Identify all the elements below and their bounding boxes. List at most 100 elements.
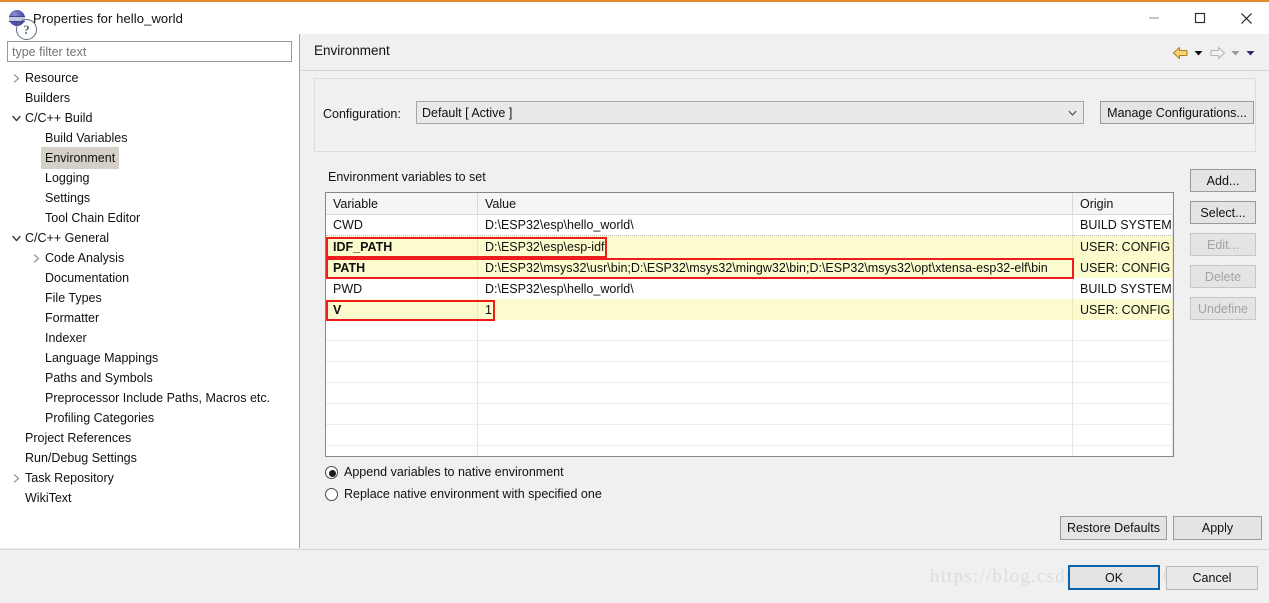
cell-empty: [326, 362, 478, 383]
sidebar-item-paths-and-symbols[interactable]: Paths and Symbols: [0, 368, 299, 388]
column-header-variable[interactable]: Variable: [326, 193, 478, 215]
table-row-empty[interactable]: [326, 383, 1173, 404]
title-divider: [301, 70, 1269, 71]
table-row[interactable]: V 1 USER: CONFIG: [326, 299, 1173, 320]
sidebar-item-label: Indexer: [45, 331, 87, 345]
cell-variable: V: [326, 299, 478, 320]
sidebar-item-label: Preprocessor Include Paths, Macros etc.: [45, 391, 271, 405]
sidebar-item-label: Settings: [45, 191, 91, 205]
cell-empty: [326, 383, 478, 404]
table-row-empty[interactable]: [326, 320, 1173, 341]
close-button[interactable]: [1223, 2, 1269, 34]
sidebar-item-tool-chain-editor[interactable]: Tool Chain Editor: [0, 208, 299, 228]
maximize-button[interactable]: [1177, 2, 1223, 34]
settings-tree[interactable]: Resource Builders C/C++ Build Build Variabl…: [0, 68, 299, 508]
sidebar-item-language-mappings[interactable]: Language Mappings: [0, 348, 299, 368]
cell-origin: USER: CONFIG: [1073, 236, 1173, 257]
filter-input[interactable]: [7, 41, 292, 62]
sidebar-item-settings[interactable]: Settings: [0, 188, 299, 208]
radio-option-append[interactable]: Append variables to native environment: [325, 461, 602, 483]
sidebar-item-wikitext[interactable]: WikiText: [0, 488, 299, 508]
sidebar-item-resource[interactable]: Resource: [0, 68, 299, 88]
sidebar-item-c-c-general[interactable]: C/C++ General: [0, 228, 299, 248]
column-header-value[interactable]: Value: [478, 193, 1073, 215]
sidebar-item-logging[interactable]: Logging: [0, 168, 299, 188]
select-button[interactable]: Select...: [1190, 201, 1256, 224]
cell-variable: PATH: [326, 257, 478, 278]
table-row-empty[interactable]: [326, 446, 1173, 456]
sidebar-item-formatter[interactable]: Formatter: [0, 308, 299, 328]
page-title: Environment: [314, 43, 390, 58]
help-question-mark-icon[interactable]: ?: [16, 19, 37, 40]
table-row[interactable]: IDF_PATH D:\ESP32\esp\esp-idf USER: CONFIG: [326, 236, 1173, 257]
table-body: CWD D:\ESP32\esp\hello_world\ BUILD SYSTEM…: [326, 215, 1173, 456]
sidebar-item-label: File Types: [45, 291, 102, 305]
minimize-button[interactable]: [1131, 2, 1177, 34]
sidebar-item-project-references[interactable]: Project References: [0, 428, 299, 448]
twisty-collapsed-icon[interactable]: [30, 252, 42, 264]
configuration-combobox[interactable]: Default [ Active ]: [416, 101, 1084, 124]
add-button[interactable]: Add...: [1190, 169, 1256, 192]
sidebar-item-builders[interactable]: Builders: [0, 88, 299, 108]
ok-button[interactable]: OK: [1068, 565, 1160, 590]
configuration-label: Configuration:: [323, 107, 401, 121]
restore-defaults-button[interactable]: Restore Defaults: [1060, 516, 1167, 540]
table-row-empty[interactable]: [326, 362, 1173, 383]
forward-arrow-icon: [1207, 44, 1227, 62]
overflow-menu-caret-down-icon[interactable]: [1244, 44, 1257, 62]
twisty-collapsed-icon[interactable]: [10, 72, 22, 84]
environment-variables-table[interactable]: Variable Value Origin CWD D:\ESP32\esp\he…: [325, 192, 1174, 457]
manage-configurations-button[interactable]: Manage Configurations...: [1100, 101, 1254, 124]
cell-value: D:\ESP32\esp\esp-idf: [478, 236, 1073, 257]
sidebar-item-profiling-categories[interactable]: Profiling Categories: [0, 408, 299, 428]
table-row[interactable]: PWD D:\ESP32\esp\hello_world\ BUILD SYSTEM: [326, 278, 1173, 299]
back-arrow-icon[interactable]: [1170, 44, 1190, 62]
sidebar-item-c-c-build[interactable]: C/C++ Build: [0, 108, 299, 128]
radio-option-replace[interactable]: Replace native environment with specifie…: [325, 483, 602, 505]
sidebar-item-environment[interactable]: Environment: [0, 147, 299, 169]
sidebar-item-label: Builders: [25, 91, 71, 105]
table-row-empty[interactable]: [326, 341, 1173, 362]
table-row-empty[interactable]: [326, 425, 1173, 446]
cell-empty: [326, 425, 478, 446]
sidebar-item-preprocessor-include-paths-macros-etc[interactable]: Preprocessor Include Paths, Macros etc.: [0, 388, 299, 408]
configuration-group: Configuration: Default [ Active ] Manage…: [314, 78, 1256, 152]
cell-empty: [478, 362, 1073, 383]
sidebar-item-file-types[interactable]: File Types: [0, 288, 299, 308]
delete-button: Delete: [1190, 265, 1256, 288]
cell-empty: [1073, 341, 1173, 362]
cell-empty: [478, 446, 1073, 456]
back-menu-caret-down-icon[interactable]: [1192, 44, 1205, 62]
sidebar-item-indexer[interactable]: Indexer: [0, 328, 299, 348]
sidebar-item-label: Project References: [25, 431, 132, 445]
sidebar-item-label: Paths and Symbols: [45, 371, 153, 385]
cancel-button[interactable]: Cancel: [1166, 566, 1258, 590]
sidebar-item-label: Code Analysis: [45, 251, 125, 265]
sidebar-item-run-debug-settings[interactable]: Run/Debug Settings: [0, 448, 299, 468]
sidebar-item-task-repository[interactable]: Task Repository: [0, 468, 299, 488]
twisty-collapsed-icon[interactable]: [10, 472, 22, 484]
table-row[interactable]: CWD D:\ESP32\esp\hello_world\ BUILD SYSTEM: [326, 215, 1173, 236]
radio-label: Append variables to native environment: [344, 465, 564, 479]
twisty-expanded-icon[interactable]: [10, 112, 22, 124]
apply-button[interactable]: Apply: [1173, 516, 1262, 540]
env-table-caption: Environment variables to set: [328, 170, 486, 184]
sidebar-item-code-analysis[interactable]: Code Analysis: [0, 248, 299, 268]
sidebar-item-documentation[interactable]: Documentation: [0, 268, 299, 288]
table-row[interactable]: PATH D:\ESP32\msys32\usr\bin;D:\ESP32\msy…: [326, 257, 1173, 278]
sidebar-item-build-variables[interactable]: Build Variables: [0, 128, 299, 148]
column-header-origin[interactable]: Origin: [1073, 193, 1173, 215]
cell-empty: [326, 446, 478, 456]
cell-empty: [1073, 383, 1173, 404]
twisty-expanded-icon[interactable]: [10, 232, 22, 244]
table-row-empty[interactable]: [326, 404, 1173, 425]
